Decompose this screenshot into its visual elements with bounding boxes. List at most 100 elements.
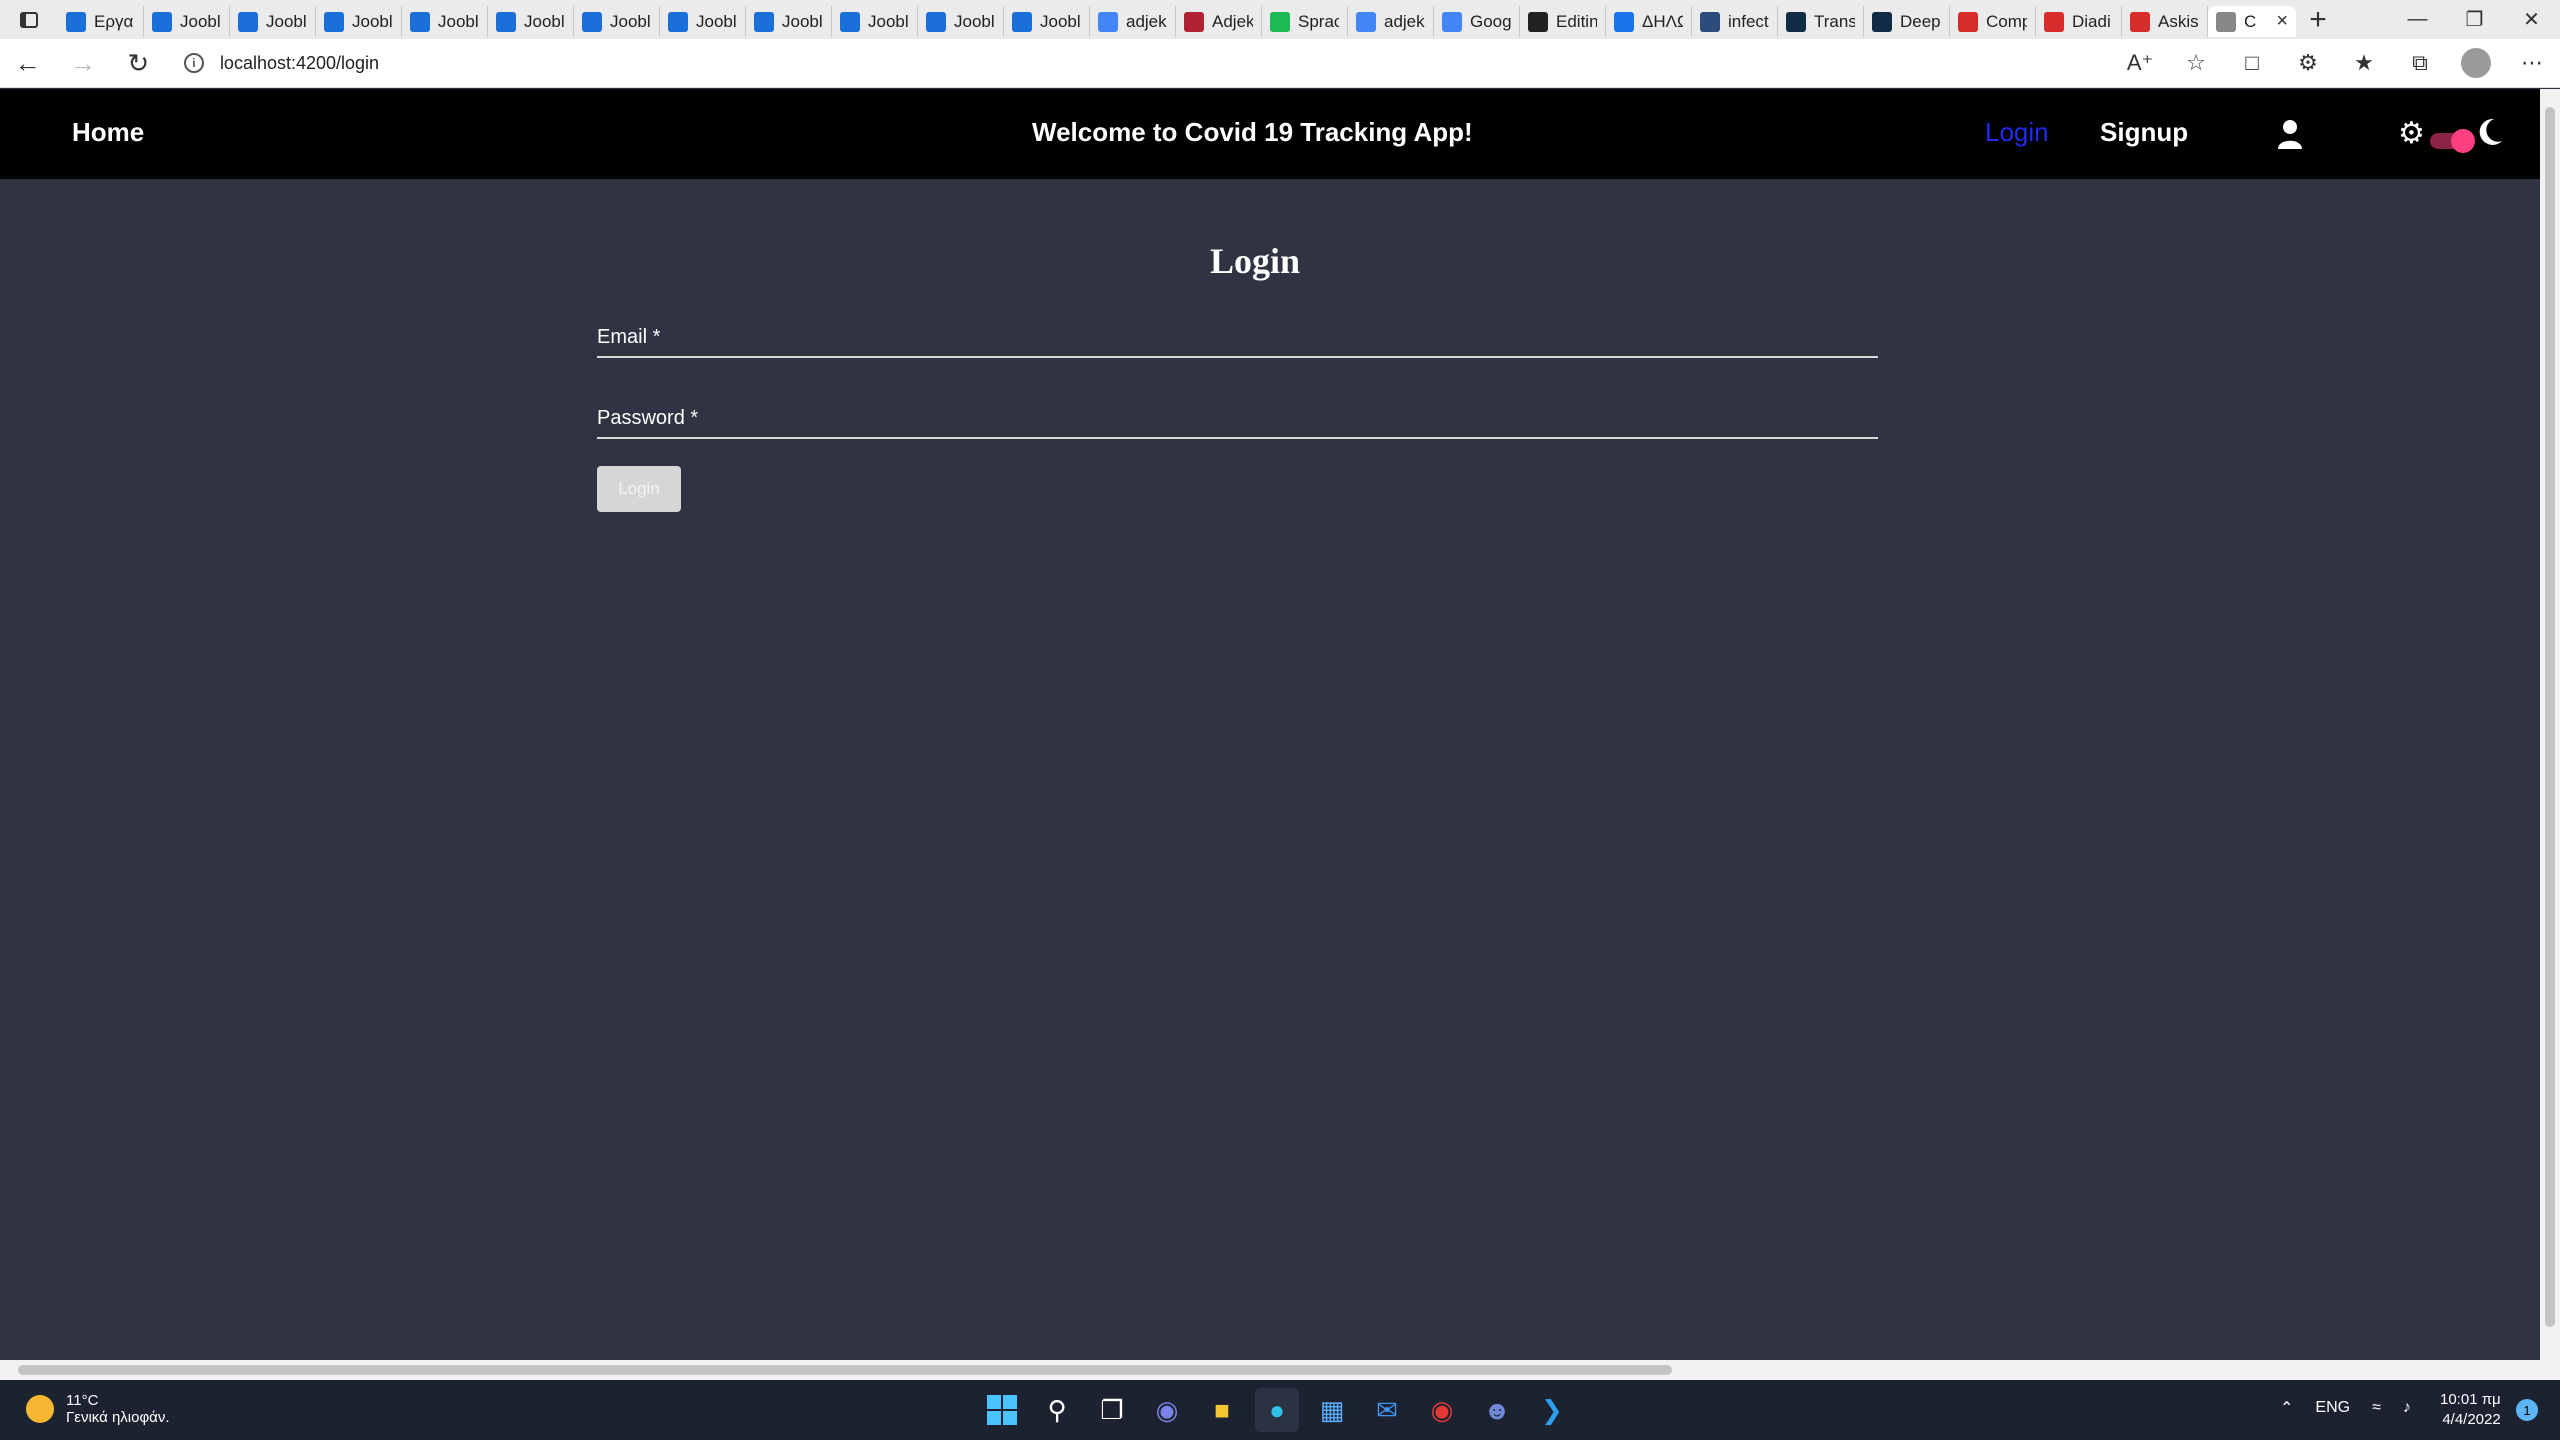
nav-login-link[interactable]: Login <box>1985 117 2049 148</box>
forward-button[interactable]: → <box>55 39 110 88</box>
restore-button[interactable]: ❐ <box>2446 0 2503 39</box>
tab-title: C <box>2244 11 2257 31</box>
profile-avatar[interactable] <box>2461 48 2491 78</box>
ukraine-flag-icon <box>926 11 946 32</box>
taskbar-clock[interactable]: 10:01 πμ 4/4/2022 <box>2440 1390 2501 1430</box>
weather-sun-icon <box>26 1395 54 1423</box>
password-field[interactable]: Password * <box>597 405 1878 439</box>
browser-tab[interactable]: ΔΗΛΩ <box>1606 6 1692 37</box>
new-tab-button[interactable]: + <box>2296 3 2340 37</box>
nav-home-link[interactable]: Home <box>72 117 144 148</box>
browser-tab[interactable]: C × <box>2208 6 2296 37</box>
tab-actions-button[interactable] <box>0 0 58 39</box>
extensions-icon[interactable]: ⚙ <box>2280 50 2336 76</box>
password-input[interactable] <box>597 405 1878 437</box>
url-text: localhost:4200/login <box>219 52 380 73</box>
minimize-button[interactable]: — <box>2389 0 2446 39</box>
page-icon[interactable]: □ <box>2224 50 2280 76</box>
browser-tab[interactable]: Jooble <box>316 6 402 37</box>
browser-tab[interactable]: Jooble <box>1004 6 1090 37</box>
discord-icon: ☻ <box>1483 1394 1511 1425</box>
login-submit-button[interactable]: Login <box>597 466 681 512</box>
browser-tab[interactable]: Jooble <box>488 6 574 37</box>
close-window-button[interactable]: ✕ <box>2503 0 2560 39</box>
vertical-scrollbar[interactable] <box>2540 89 2560 1360</box>
browser-tab[interactable]: Goog <box>1434 6 1520 37</box>
favorites-icon[interactable]: ★ <box>2336 50 2392 76</box>
browser-tab[interactable]: Jooble <box>746 6 832 37</box>
browser-tab[interactable]: Jooble <box>918 6 1004 37</box>
edge-button[interactable]: ● <box>1255 1388 1299 1432</box>
horizontal-scroll-thumb[interactable] <box>18 1365 1672 1375</box>
browser-tab[interactable]: adjek <box>1348 6 1434 37</box>
browser-tab[interactable]: Comp <box>1950 6 2036 37</box>
browser-tab[interactable]: Jooble <box>402 6 488 37</box>
browser-tab[interactable]: Adjek <box>1176 6 1262 37</box>
store-button[interactable]: ▦ <box>1310 1388 1354 1432</box>
vertical-scroll-thumb[interactable] <box>2545 107 2555 1327</box>
wifi-icon[interactable]: ≈ <box>2372 1399 2381 1417</box>
deepl-icon <box>1872 11 1892 32</box>
flag-icon <box>1184 11 1204 32</box>
browser-tab[interactable]: Εργα <box>58 6 144 37</box>
search-button[interactable]: ⚲ <box>1035 1388 1079 1432</box>
horizontal-scrollbar[interactable] <box>0 1360 2560 1380</box>
start-button[interactable] <box>980 1388 1024 1432</box>
nav-signup-link[interactable]: Signup <box>2100 117 2188 148</box>
back-button[interactable]: ← <box>0 39 55 88</box>
teams-chat-button[interactable]: ◉ <box>1145 1388 1189 1432</box>
email-field[interactable]: Email * <box>597 324 1878 358</box>
browser-tab[interactable]: Jooble <box>832 6 918 37</box>
file-explorer-button[interactable]: ■ <box>1200 1388 1244 1432</box>
vscode-button[interactable]: ❯ <box>1530 1388 1574 1432</box>
language-indicator[interactable]: ENG <box>2315 1399 2350 1417</box>
notebook-icon <box>1700 11 1720 32</box>
weather-description: Γενικά ηλιοφάν. <box>66 1409 170 1426</box>
browser-tab[interactable]: adjek <box>1090 6 1176 37</box>
moon-icon <box>2479 118 2502 145</box>
browser-toolbar: A⁺ ☆ □ ⚙ ★ ⧉ ⋯ <box>2112 48 2560 78</box>
browser-tab[interactable]: Diadi <box>2036 6 2122 37</box>
site-info-icon[interactable]: i <box>183 53 204 73</box>
ukraine-flag-icon <box>1012 11 1032 32</box>
folder-icon: ■ <box>1214 1394 1230 1425</box>
volume-icon[interactable]: ♪ <box>2403 1399 2411 1417</box>
google-icon <box>1356 11 1376 32</box>
browser-tab[interactable]: Editin <box>1520 6 1606 37</box>
notification-badge[interactable]: 1 <box>2516 1399 2538 1421</box>
tab-title: Sprac <box>1298 11 1339 31</box>
user-icon[interactable] <box>2276 119 2304 149</box>
chevron-up-icon[interactable]: ⌃ <box>2280 1398 2293 1418</box>
close-tab-icon[interactable]: × <box>2276 10 2288 33</box>
mail-button[interactable]: ✉ <box>1365 1388 1409 1432</box>
browser-tab[interactable]: infect <box>1692 6 1778 37</box>
collections-icon[interactable]: ⧉ <box>2392 50 2448 76</box>
tab-title: adjek <box>1384 11 1425 31</box>
browser-tab[interactable]: Askis <box>2122 6 2208 37</box>
browser-tab[interactable]: Jooble <box>574 6 660 37</box>
tab-title: Comp <box>1986 11 2027 31</box>
browser-tab[interactable]: Jooble <box>660 6 746 37</box>
tab-title: Jooble <box>868 11 909 31</box>
more-menu-icon[interactable]: ⋯ <box>2504 50 2560 76</box>
green-dot-icon <box>1270 11 1290 32</box>
ukraine-flag-icon <box>582 11 602 32</box>
url-input[interactable]: i localhost:4200/login <box>176 45 2112 81</box>
tab-title: Jooble <box>610 11 651 31</box>
weather-widget[interactable]: 11°C Γενικά ηλιοφάν. <box>26 1392 170 1426</box>
theme-toggle-knob[interactable] <box>2451 129 2475 153</box>
tab-title: Adjek <box>1212 11 1253 31</box>
browser-tab[interactable]: Deepl <box>1864 6 1950 37</box>
favorite-star-icon[interactable]: ☆ <box>2168 50 2224 76</box>
browser-tab[interactable]: Sprac <box>1262 6 1348 37</box>
discord-button[interactable]: ☻ <box>1475 1388 1519 1432</box>
task-view-button[interactable]: ❐ <box>1090 1388 1134 1432</box>
antivirus-button[interactable]: ◉ <box>1420 1388 1464 1432</box>
back-arrow-icon: ← <box>14 47 41 78</box>
email-input[interactable] <box>597 324 1878 356</box>
browser-tab[interactable]: Transl <box>1778 6 1864 37</box>
refresh-button[interactable]: ↻ <box>111 39 166 88</box>
browser-tab[interactable]: Jooble <box>144 6 230 37</box>
browser-tab[interactable]: Jooble <box>230 6 316 37</box>
read-aloud-icon[interactable]: A⁺ <box>2112 50 2168 76</box>
